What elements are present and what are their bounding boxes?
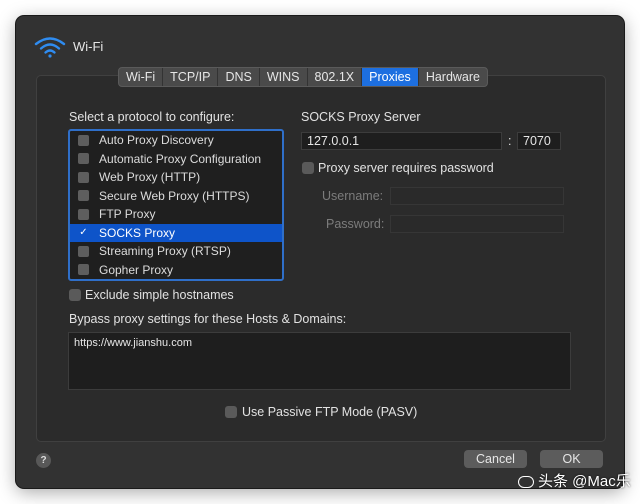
password-label: Password: xyxy=(326,217,385,231)
proxy-host-input[interactable]: 127.0.0.1 xyxy=(301,132,502,150)
tab-tcpip[interactable]: TCP/IP xyxy=(163,68,219,86)
window-header: Wi-Fi xyxy=(16,16,624,72)
port-separator: : xyxy=(508,134,512,148)
protocol-item-label: Secure Web Proxy (HTTPS) xyxy=(99,188,250,203)
protocol-item-socks-proxy[interactable]: ✓ SOCKS Proxy xyxy=(70,223,282,242)
username-label: Username: xyxy=(322,189,384,203)
protocol-item-label: Automatic Proxy Configuration xyxy=(99,151,262,166)
tab-hardware[interactable]: Hardware xyxy=(419,68,487,86)
passive-ftp-checkbox[interactable] xyxy=(225,406,237,418)
protocol-checkbox[interactable] xyxy=(78,264,89,276)
protocol-item-label: SOCKS Proxy xyxy=(99,225,176,240)
bypass-label: Bypass proxy settings for these Hosts & … xyxy=(69,312,347,326)
tab-proxies[interactable]: Proxies xyxy=(362,68,419,86)
protocol-item-web-proxy[interactable]: Web Proxy (HTTP) xyxy=(70,168,282,187)
exclude-simple-checkbox[interactable] xyxy=(69,289,81,301)
protocol-item-label: Gopher Proxy xyxy=(99,262,174,277)
watermark-icon xyxy=(518,476,534,489)
protocol-item-label: Web Proxy (HTTP) xyxy=(99,170,201,185)
checkmark-icon[interactable]: ✓ xyxy=(78,227,89,238)
protocol-checkbox[interactable] xyxy=(78,171,89,183)
protocol-list-label: Select a protocol to configure: xyxy=(69,110,235,124)
proxy-port-input[interactable]: 7070 xyxy=(517,132,561,150)
server-label: SOCKS Proxy Server xyxy=(301,110,421,124)
protocol-checkbox[interactable] xyxy=(78,190,89,202)
protocol-item-label: Streaming Proxy (RTSP) xyxy=(99,244,231,259)
protocol-item-label: FTP Proxy xyxy=(99,207,156,222)
requires-password-label: Proxy server requires password xyxy=(318,161,494,175)
protocol-checkbox[interactable] xyxy=(78,153,89,165)
exclude-simple-label: Exclude simple hostnames xyxy=(85,288,234,302)
protocol-list[interactable]: Auto Proxy Discovery Automatic Proxy Con… xyxy=(68,129,284,281)
wifi-icon xyxy=(34,37,66,58)
protocol-item-auto-config[interactable]: Automatic Proxy Configuration xyxy=(70,150,282,169)
network-window: Wi-Fi Wi-Fi TCP/IP DNS WINS 802.1X Proxi… xyxy=(16,16,624,488)
tab-bar: Wi-Fi TCP/IP DNS WINS 802.1X Proxies Har… xyxy=(118,67,488,87)
protocol-item-gopher-proxy[interactable]: Gopher Proxy xyxy=(70,261,282,280)
protocol-item-streaming-proxy[interactable]: Streaming Proxy (RTSP) xyxy=(70,242,282,261)
passive-ftp-label: Use Passive FTP Mode (PASV) xyxy=(242,405,418,419)
protocol-checkbox[interactable] xyxy=(78,208,89,220)
bypass-textarea[interactable]: https://www.jianshu.com xyxy=(68,332,571,390)
protocol-item-ftp-proxy[interactable]: FTP Proxy xyxy=(70,205,282,224)
help-button[interactable]: ? xyxy=(36,453,51,468)
ok-button[interactable]: OK xyxy=(540,450,603,468)
username-input[interactable] xyxy=(390,187,564,205)
protocol-checkbox[interactable] xyxy=(78,245,89,257)
protocol-item-label: Auto Proxy Discovery xyxy=(99,133,214,148)
protocol-item-auto-discovery[interactable]: Auto Proxy Discovery xyxy=(70,131,282,150)
protocol-checkbox[interactable] xyxy=(78,134,89,146)
window-title: Wi-Fi xyxy=(73,39,104,54)
watermark-text: 头条 @Mac乐 xyxy=(538,473,631,490)
tab-8021x[interactable]: 802.1X xyxy=(308,68,363,86)
protocol-item-secure-web-proxy[interactable]: Secure Web Proxy (HTTPS) xyxy=(70,187,282,206)
cancel-button[interactable]: Cancel xyxy=(464,450,527,468)
tab-wins[interactable]: WINS xyxy=(260,68,308,86)
password-input[interactable] xyxy=(390,215,564,233)
watermark: 头条 @Mac乐 xyxy=(518,470,631,491)
requires-password-checkbox[interactable] xyxy=(302,162,314,174)
tab-dns[interactable]: DNS xyxy=(218,68,260,86)
tab-wifi[interactable]: Wi-Fi xyxy=(119,68,164,86)
